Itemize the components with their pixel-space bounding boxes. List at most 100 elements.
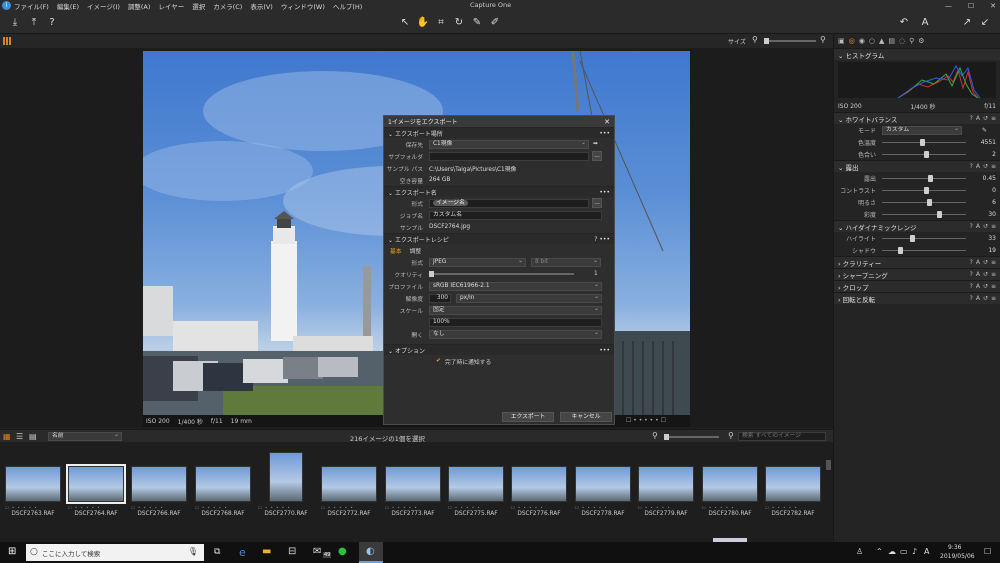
more-icon[interactable]: ••• — [599, 347, 610, 354]
rating-stars[interactable]: ☐ • • • • • — [195, 505, 251, 510]
onedrive-icon[interactable]: ☁ — [888, 547, 896, 556]
auto-icon[interactable]: A — [976, 283, 980, 290]
reset-icon[interactable]: ↺ — [983, 223, 988, 230]
volume-icon[interactable]: ♪ — [912, 547, 917, 556]
reset-icon[interactable]: ↺ — [983, 295, 988, 302]
exposure-value[interactable]: 0.45 — [974, 175, 996, 182]
thumbnail[interactable]: ☐ • • • • • DSCF2764.RAF — [66, 464, 126, 517]
open-with-select[interactable]: なし — [429, 329, 602, 339]
edge-icon[interactable]: e — [239, 546, 246, 559]
thumbnail[interactable]: ☐ • • • • • DSCF2775.RAF — [448, 466, 504, 517]
rotation-header[interactable]: › 回転と反転 ? A ↺ ≡ — [834, 292, 1000, 304]
line-icon[interactable]: ● — [338, 546, 347, 557]
menu-camera[interactable]: カメラ(C) — [213, 1, 242, 11]
close-icon[interactable]: ✕ — [990, 2, 996, 10]
rating-stars[interactable]: ☐ • • • • • — [5, 505, 61, 510]
task-view-icon[interactable]: ⧉ — [214, 547, 220, 557]
thumbnail[interactable]: ☐ • • • • • DSCF2766.RAF — [131, 466, 187, 517]
more-icon[interactable]: ••• — [599, 189, 610, 196]
name-token[interactable]: イメージ名 — [433, 199, 468, 206]
wb-tint-value[interactable]: 2 — [974, 151, 996, 158]
histogram-header[interactable]: ⌄ ヒストグラム — [834, 48, 1000, 60]
auto-icon[interactable]: A — [976, 163, 980, 170]
menu-view[interactable]: 表示(V) — [250, 1, 273, 11]
job-name-input[interactable]: カスタム名 — [429, 210, 602, 220]
auto-icon[interactable]: A — [976, 271, 980, 278]
name-format-input[interactable]: イメージ名 — [429, 198, 589, 208]
resolution-unit-select[interactable]: px/in — [456, 293, 602, 303]
copy-adjust-icon[interactable]: ↗ — [960, 16, 974, 30]
clarity-header[interactable]: › クラリティー ? A ↺ ≡ — [834, 256, 1000, 268]
slider-knob[interactable] — [936, 210, 942, 218]
brush-tool-icon[interactable]: ✎ — [470, 16, 484, 30]
quality-value[interactable]: 1 — [594, 271, 598, 277]
scale-percent-input[interactable]: 100% — [429, 317, 602, 327]
clock-date[interactable]: 2019/05/06 — [940, 553, 975, 560]
exposure-value[interactable]: 6 — [974, 199, 996, 206]
more-icon[interactable]: ≡ — [991, 283, 996, 290]
sort-select[interactable]: 名前 — [48, 431, 122, 441]
hdr-value[interactable]: 19 — [974, 247, 996, 254]
rating-stars[interactable]: ☐ • • • • • — [131, 505, 187, 510]
exposure-tab-icon[interactable]: ▲ — [879, 37, 884, 45]
thumbnail[interactable]: ☐ • • • • • DSCF2778.RAF — [575, 466, 631, 517]
wb-temp-value[interactable]: 4551 — [974, 139, 996, 146]
hdr-slider[interactable] — [882, 246, 966, 254]
auto-icon[interactable]: A — [976, 295, 980, 302]
thumbnail[interactable]: ☐ • • • • • DSCF2772.RAF — [321, 466, 377, 517]
grid-view-icon[interactable] — [3, 37, 11, 45]
browser-search-input[interactable]: 検索 すべてのイメージ — [738, 432, 826, 441]
menu-file[interactable]: ファイル(F) — [14, 1, 49, 11]
help-icon[interactable]: ? — [970, 271, 973, 278]
exposure-value[interactable]: 30 — [974, 211, 996, 218]
captureone-task-button[interactable]: ◐ — [359, 542, 383, 563]
quality-slider[interactable] — [429, 271, 574, 277]
name-format-more-button[interactable]: … — [592, 198, 602, 208]
exposure-slider[interactable] — [882, 174, 966, 182]
exposure-slider[interactable] — [882, 198, 966, 206]
reset-icon[interactable]: ↺ — [983, 283, 988, 290]
minimize-icon[interactable]: — — [945, 2, 952, 10]
more-icon[interactable]: ≡ — [991, 223, 996, 230]
clock-time[interactable]: 9:36 — [948, 544, 961, 551]
thumb-size-slider[interactable] — [664, 434, 719, 440]
sharpening-header[interactable]: › シャープニング ? A ↺ ≡ — [834, 268, 1000, 280]
section-location[interactable]: ⌄ エクスポート場所 ••• — [384, 127, 614, 138]
rating-stars[interactable]: ☐ • • • • • — [258, 505, 314, 510]
more-icon[interactable]: ••• — [599, 130, 610, 137]
export-button[interactable]: エクスポート — [502, 412, 554, 422]
section-recipe[interactable]: ⌄ エクスポートレシピ ? ••• — [384, 233, 614, 244]
tray-up-icon[interactable]: ⌃ — [876, 547, 883, 556]
export-icon[interactable]: ⤒ — [27, 16, 41, 30]
lens-tab-icon[interactable]: ◉ — [859, 37, 865, 45]
help-icon[interactable]: ? — [45, 16, 59, 30]
browser-scrollbar[interactable] — [826, 460, 831, 470]
rating-stars[interactable]: ☐ • • • • • — [511, 505, 567, 510]
pointer-tool-icon[interactable]: ↖ — [398, 16, 412, 30]
eyedropper-icon[interactable]: ✎ — [982, 127, 987, 134]
section-options[interactable]: ⌄ オプション ••• — [384, 344, 614, 355]
search-icon[interactable]: ⚲ — [728, 431, 734, 440]
reset-icon[interactable]: ↺ — [983, 163, 988, 170]
thumbnail[interactable]: ☐ • • • • • DSCF2780.RAF — [702, 466, 758, 517]
notification-icon[interactable]: ☐ — [984, 547, 991, 556]
exposure-header[interactable]: ⌄ 露出 ? A ↺ ≡ — [834, 160, 1000, 172]
color-tab-icon[interactable]: ○ — [869, 37, 875, 45]
wb-tint-slider[interactable] — [882, 150, 966, 158]
scale-select[interactable]: 固定 — [429, 305, 602, 315]
mail-icon[interactable]: ✉ — [313, 546, 321, 557]
pan-tool-icon[interactable]: ✋ — [416, 16, 430, 30]
help-icon[interactable]: ? — [970, 259, 973, 266]
rating-stars[interactable]: ☐ • • • • • — [448, 505, 504, 510]
reset-icon[interactable]: ↺ — [983, 259, 988, 266]
exposure-slider[interactable] — [882, 186, 966, 194]
rating-stars[interactable]: ☐ • • • • • — [702, 505, 758, 510]
text-icon[interactable]: A — [918, 16, 932, 30]
profile-select[interactable]: sRGB IEC61966-2.1 — [429, 281, 602, 291]
more-icon[interactable]: ≡ — [991, 271, 996, 278]
help-icon[interactable]: ? — [970, 223, 973, 230]
hdr-header[interactable]: ⌄ ハイダイナミックレンジ ? A ↺ ≡ — [834, 220, 1000, 232]
settings-tab-icon[interactable]: ⚙ — [918, 37, 924, 45]
slider-knob[interactable] — [926, 198, 932, 206]
more-icon[interactable]: ••• — [599, 236, 610, 243]
